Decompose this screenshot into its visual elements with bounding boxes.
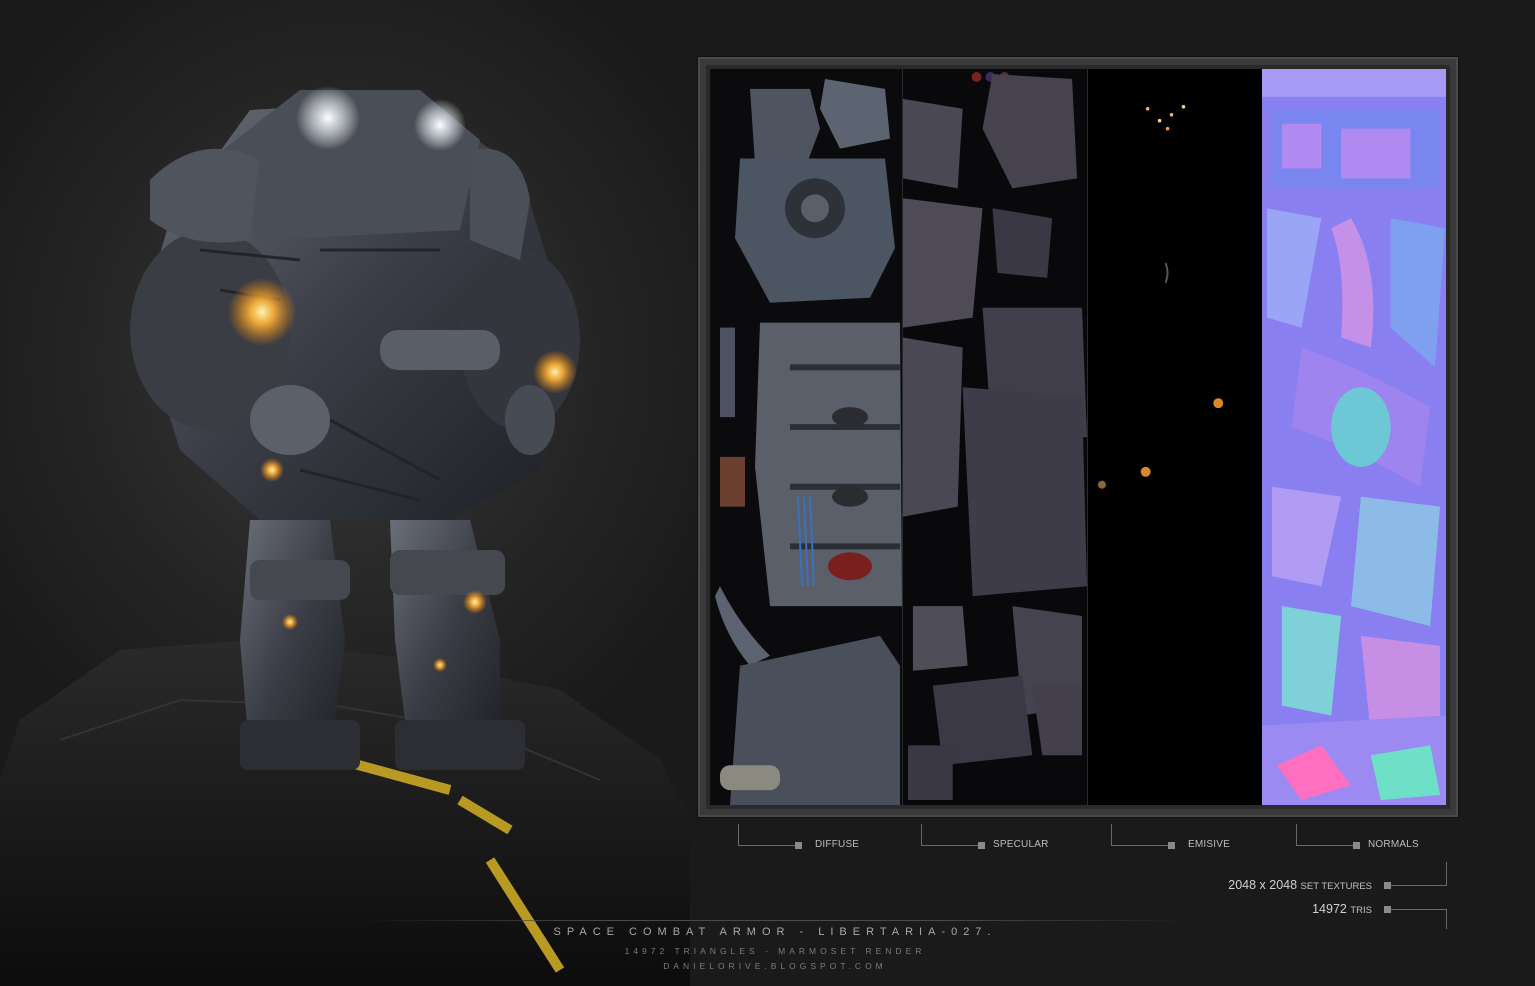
caption-url: DANIELORIVE.BLOGSPOT.COM bbox=[663, 961, 887, 971]
specular-label: SPECULAR bbox=[993, 839, 1049, 850]
diffuse-label: DIFFUSE bbox=[815, 839, 860, 850]
artwork-canvas: DIFFUSE SPECULAR EMISIVE NORMALS 2048 x … bbox=[0, 0, 1535, 986]
caption-title: SPACE COMBAT ARMOR - LIBERTARIA-027. bbox=[553, 926, 997, 938]
diffuse-bracket-line bbox=[738, 845, 796, 846]
specular-bullet-icon bbox=[978, 842, 985, 849]
diffuse-map-image bbox=[715, 78, 902, 805]
specular-map bbox=[902, 69, 1087, 805]
diffuse-map bbox=[710, 69, 902, 805]
specular-map-image bbox=[903, 71, 1087, 801]
footer-divider bbox=[360, 920, 1190, 921]
diffuse-bullet-icon bbox=[795, 842, 802, 849]
texture-sheet-inner bbox=[710, 69, 1446, 805]
emissive-bracket-line bbox=[1111, 845, 1169, 846]
tris-stat: 14972 TRIS bbox=[1312, 902, 1372, 916]
tris-value: 14972 bbox=[1312, 902, 1347, 916]
normals-bracket bbox=[1296, 824, 1297, 846]
diffuse-bracket bbox=[738, 824, 739, 846]
emissive-label: EMISIVE bbox=[1188, 839, 1230, 850]
normals-bullet-icon bbox=[1353, 842, 1360, 849]
normals-label-group: NORMALS bbox=[1296, 824, 1456, 854]
diffuse-label-group: DIFFUSE bbox=[738, 824, 898, 854]
armor-figure-illustration bbox=[0, 86, 690, 986]
texture-size-value: 2048 x 2048 bbox=[1228, 878, 1298, 892]
normals-map bbox=[1262, 69, 1446, 805]
texture-size-stat: 2048 x 2048 SET TEXTURES bbox=[1228, 878, 1372, 892]
caption-subtitle: 14972 TRIANGLES - MARMOSET RENDER bbox=[624, 946, 926, 956]
tris-suffix: TRIS bbox=[1350, 905, 1372, 916]
emissive-map-image bbox=[1097, 105, 1224, 489]
emissive-bullet-icon bbox=[1168, 842, 1175, 849]
texture-size-bracket bbox=[1446, 862, 1447, 886]
armor-render bbox=[0, 0, 690, 986]
tris-bracket bbox=[1446, 909, 1447, 929]
specular-label-group: SPECULAR bbox=[921, 824, 1081, 854]
specular-bracket bbox=[921, 824, 922, 846]
emissive-bracket bbox=[1111, 824, 1112, 846]
specular-bracket-line bbox=[921, 845, 979, 846]
texture-size-line bbox=[1390, 885, 1446, 886]
normals-bracket-line bbox=[1296, 845, 1354, 846]
normals-map-image bbox=[1262, 69, 1446, 805]
tris-line bbox=[1390, 909, 1446, 910]
normals-label: NORMALS bbox=[1368, 839, 1419, 850]
emissive-map bbox=[1087, 69, 1262, 805]
emissive-label-group: EMISIVE bbox=[1111, 824, 1271, 854]
texture-size-suffix: SET TEXTURES bbox=[1300, 881, 1372, 892]
texture-sheet bbox=[698, 57, 1458, 817]
